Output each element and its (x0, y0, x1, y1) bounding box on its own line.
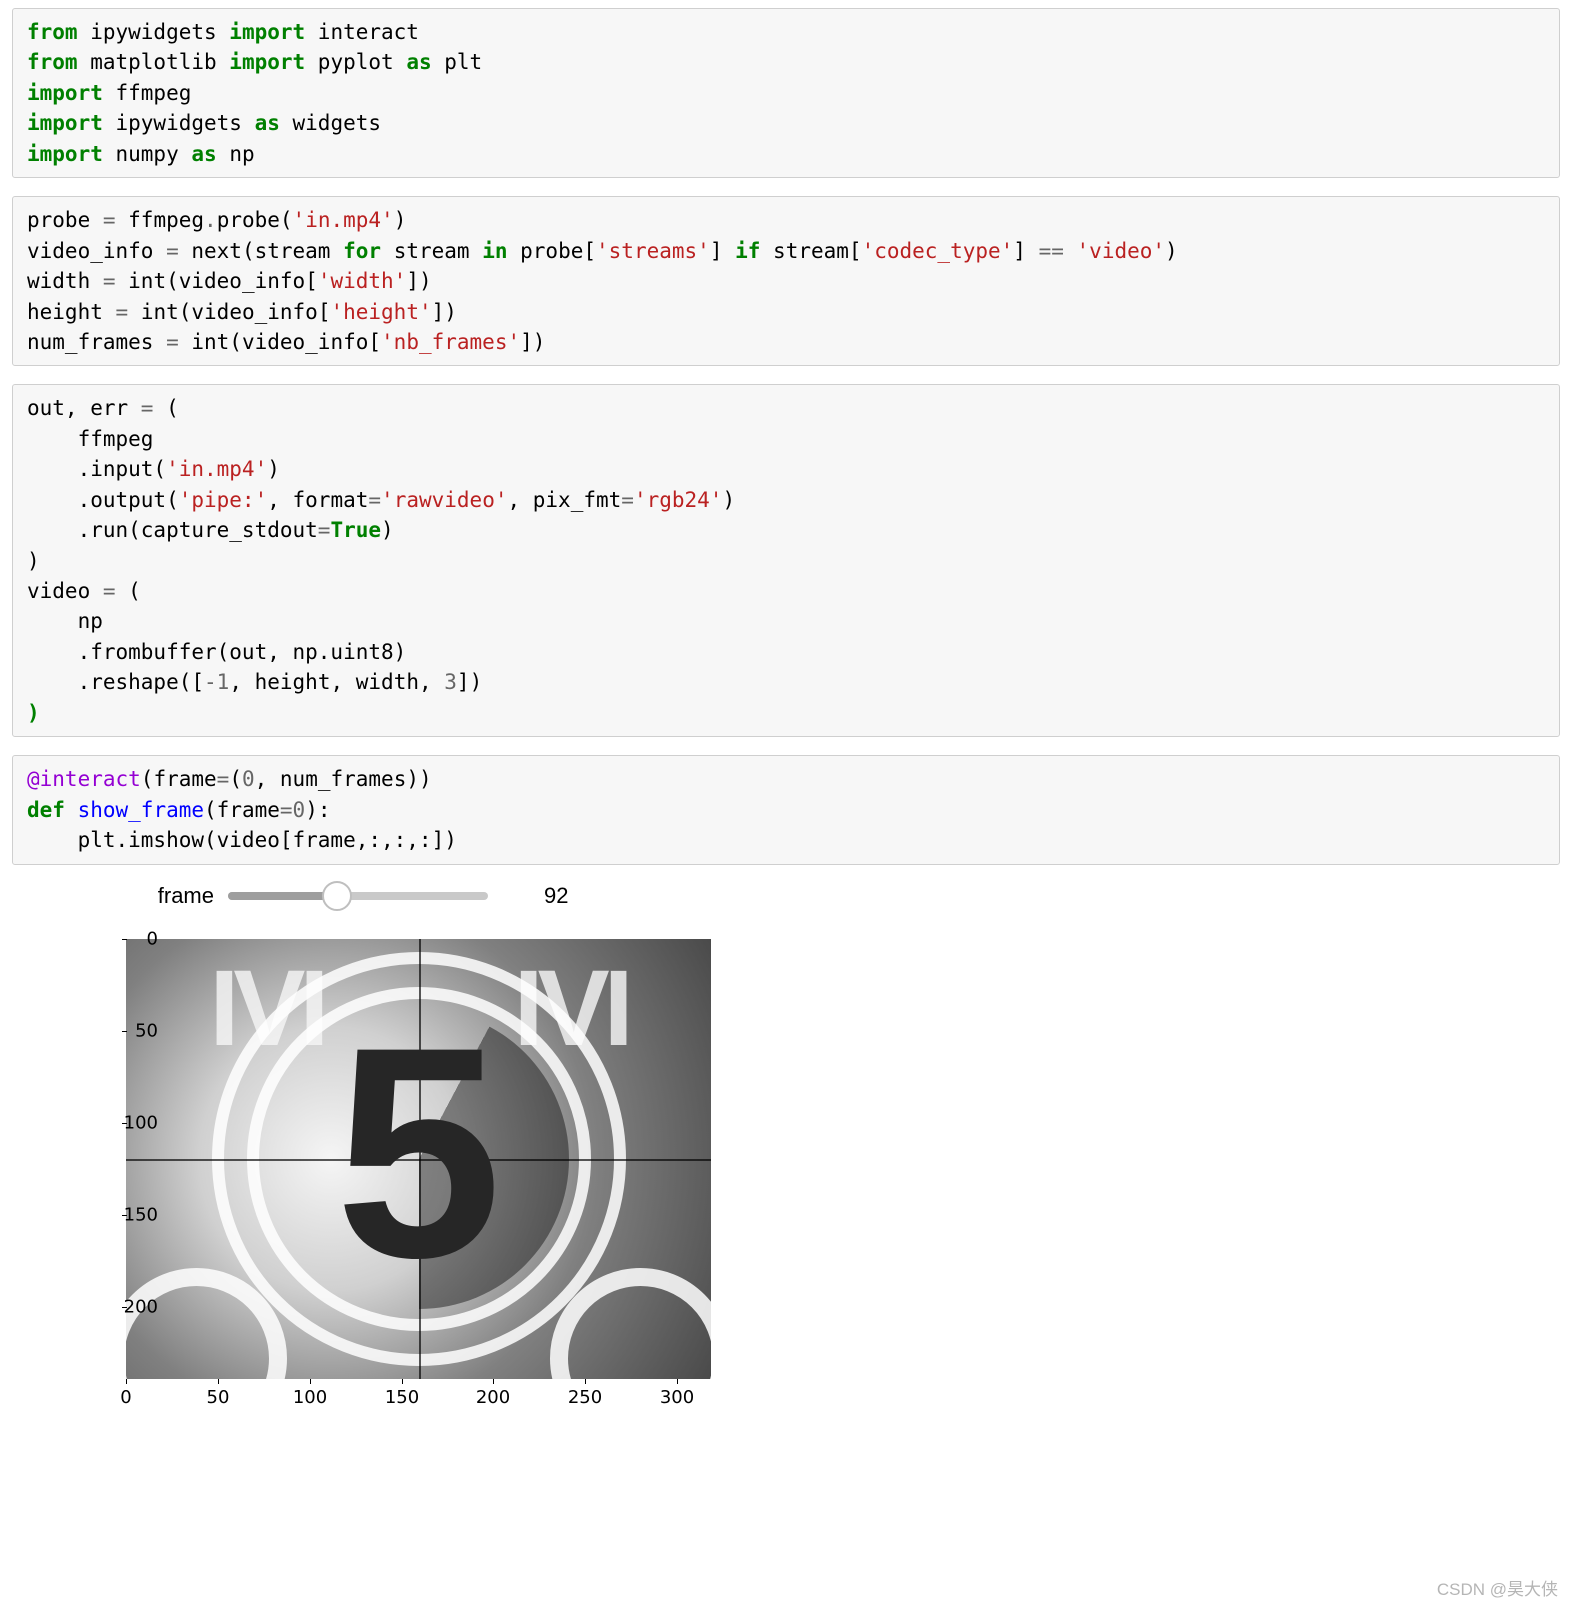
x-tick-0: 0 (120, 1387, 131, 1408)
slider-widget: frame 92 (104, 883, 1560, 909)
code-cell-3: out, err = ( ffmpeg .input('in.mp4') .ou… (12, 384, 1560, 737)
y-tick-200: 200 (108, 1296, 158, 1317)
x-tick-50: 50 (207, 1387, 230, 1408)
x-tick-200: 200 (476, 1387, 510, 1408)
watermark: CSDN @昊大侠 (1437, 1575, 1558, 1600)
y-tick-50: 50 (108, 1020, 158, 1041)
slider-fill (228, 892, 337, 900)
plot-axes: IVI IVI 5 (126, 939, 711, 1379)
y-tick-0: 0 (108, 928, 158, 949)
slider-thumb[interactable] (322, 881, 352, 911)
y-tick-150: 150 (108, 1204, 158, 1225)
code-cell-2: probe = ffmpeg.probe('in.mp4') video_inf… (12, 196, 1560, 366)
x-tick-100: 100 (293, 1387, 327, 1408)
plot-image: IVI IVI 5 (126, 939, 711, 1379)
countdown-number: 5 (335, 979, 502, 1325)
y-tick-100: 100 (108, 1112, 158, 1133)
x-tick-250: 250 (568, 1387, 602, 1408)
frame-slider[interactable] (228, 883, 488, 909)
matplotlib-plot: IVI IVI 5 0 50 100 150 200 (42, 935, 762, 1465)
x-tick-300: 300 (660, 1387, 694, 1408)
x-tick-150: 150 (385, 1387, 419, 1408)
output-area: frame 92 IVI IVI 5 (12, 883, 1560, 1475)
slider-label: frame (104, 883, 228, 909)
slider-value: 92 (544, 883, 568, 909)
code-cell-4: @interact(frame=(0, num_frames)) def sho… (12, 755, 1560, 864)
code-cell-1: from ipywidgets import interact from mat… (12, 8, 1560, 178)
